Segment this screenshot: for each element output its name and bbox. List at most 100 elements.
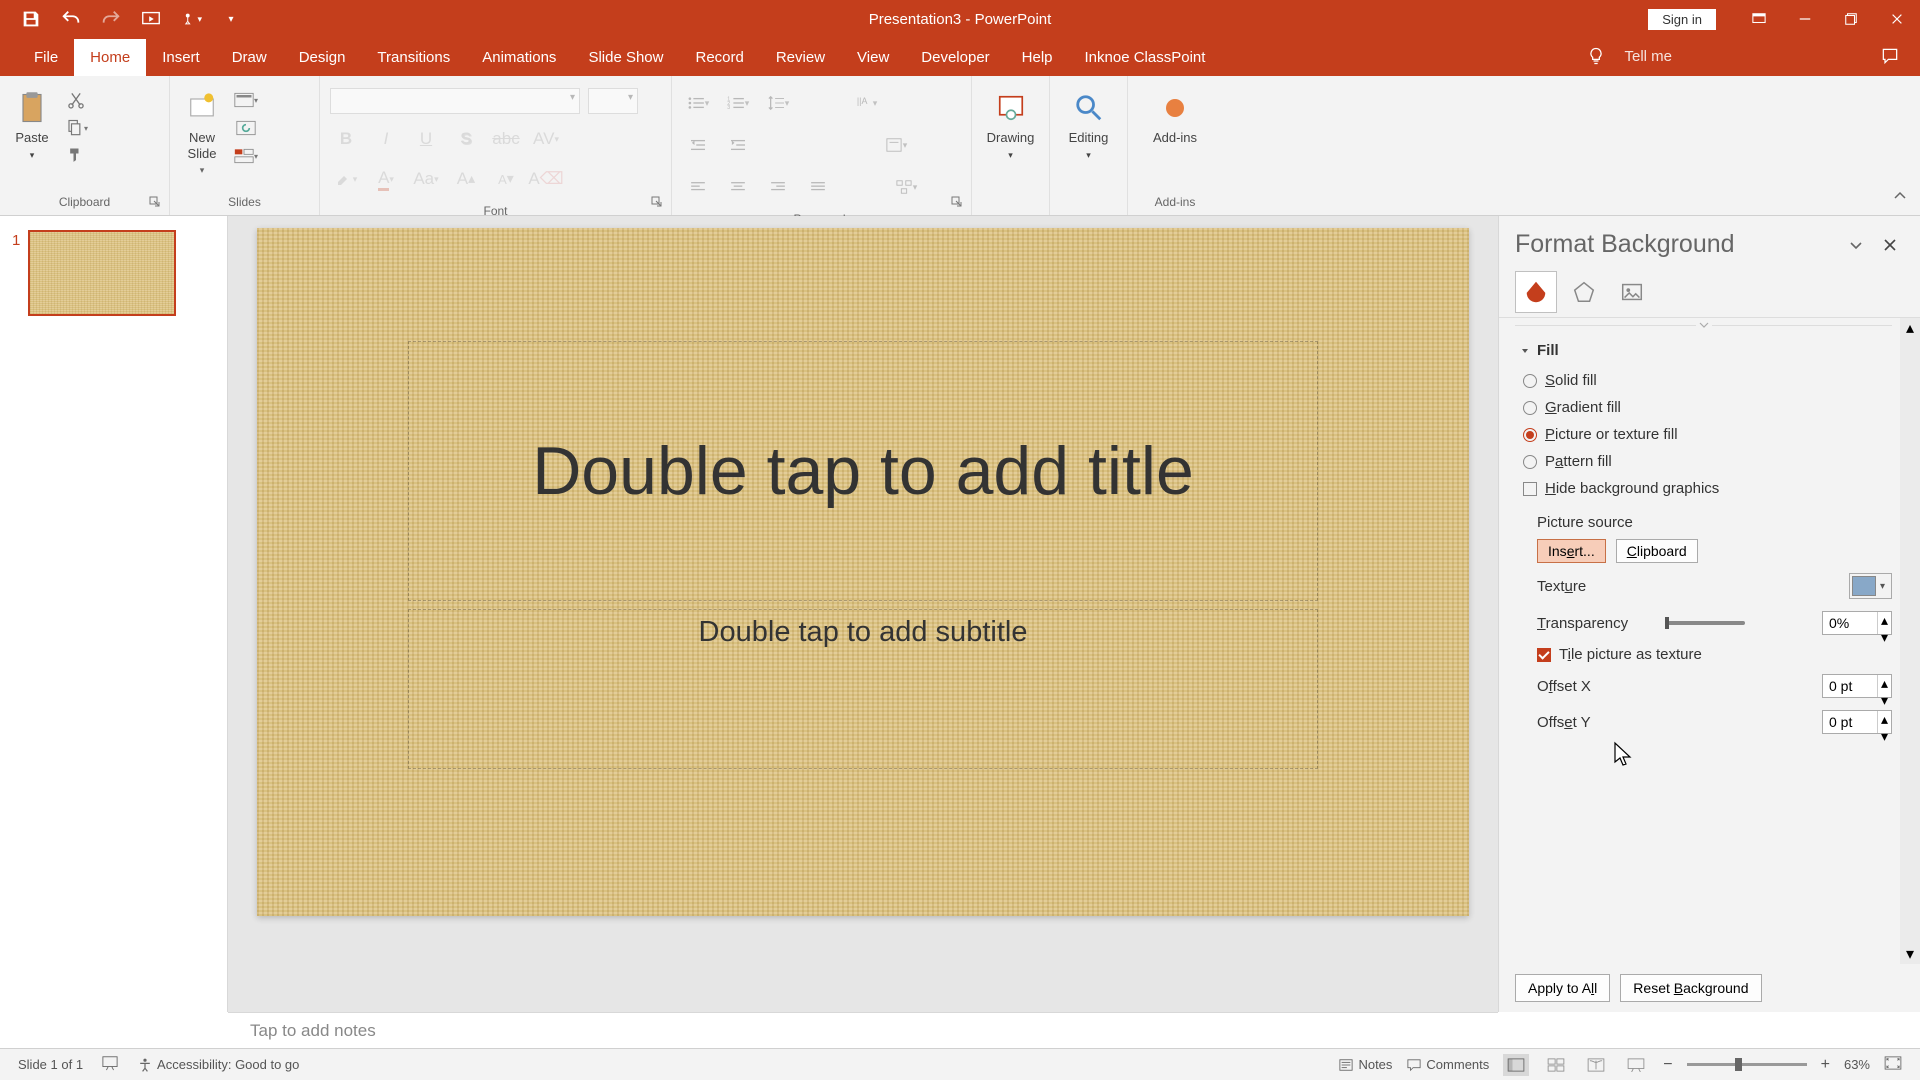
fill-section-toggle[interactable]: Fill	[1515, 332, 1892, 367]
offset-y-input[interactable]: 0 pt▴▾	[1822, 710, 1892, 734]
numbering-button[interactable]: 123▾	[722, 88, 754, 118]
font-size-combo[interactable]: ▾	[588, 88, 638, 114]
spin-up[interactable]: ▴	[1878, 711, 1891, 728]
spin-down[interactable]: ▾	[1878, 728, 1891, 745]
spin-up[interactable]: ▴	[1878, 612, 1891, 629]
reading-view-button[interactable]	[1583, 1054, 1609, 1076]
tab-draw[interactable]: Draw	[216, 39, 283, 76]
language-indicator-icon[interactable]	[101, 1055, 119, 1074]
ribbon-display-options-icon[interactable]	[1736, 0, 1782, 38]
tell-me-search[interactable]: Tell me	[1624, 48, 1672, 65]
paragraph-launcher[interactable]	[951, 195, 965, 209]
minimize-button[interactable]	[1782, 0, 1828, 38]
reset-slide-button[interactable]	[232, 116, 260, 140]
italic-button[interactable]: I	[370, 124, 402, 154]
apply-to-all-button[interactable]: Apply to All	[1515, 974, 1610, 1002]
effects-tab[interactable]	[1563, 271, 1605, 313]
zoom-out-button[interactable]: −	[1663, 1056, 1672, 1074]
change-case-button[interactable]: Aa▾	[410, 164, 442, 194]
slide[interactable]: Double tap to add title Double tap to ad…	[257, 228, 1469, 916]
section-button[interactable]: ▾	[232, 144, 260, 168]
bullets-button[interactable]: ▾	[682, 88, 714, 118]
align-right-button[interactable]	[762, 172, 794, 202]
thumbnail-pane[interactable]: 1	[0, 216, 228, 1012]
new-slide-button[interactable]: New Slide ▾	[180, 88, 224, 178]
spin-down[interactable]: ▾	[1878, 629, 1891, 646]
save-icon[interactable]	[20, 8, 42, 30]
smartart-button[interactable]: ▾	[890, 172, 922, 202]
scroll-down-button[interactable]: ▾	[1900, 944, 1920, 964]
tab-record[interactable]: Record	[679, 39, 759, 76]
grow-font-button[interactable]: A▴	[450, 164, 482, 194]
tab-view[interactable]: View	[841, 39, 905, 76]
font-family-combo[interactable]: ▾	[330, 88, 580, 114]
present-from-beginning-icon[interactable]	[140, 8, 162, 30]
align-center-button[interactable]	[722, 172, 754, 202]
picture-tab[interactable]	[1611, 271, 1653, 313]
solid-fill-radio[interactable]: Solid fill	[1515, 367, 1892, 394]
tab-transitions[interactable]: Transitions	[361, 39, 466, 76]
tab-design[interactable]: Design	[283, 39, 362, 76]
title-placeholder[interactable]: Double tap to add title	[408, 341, 1318, 601]
accessibility-button[interactable]: Accessibility: Good to go	[137, 1057, 299, 1073]
offset-x-input[interactable]: 0 pt▴▾	[1822, 674, 1892, 698]
cut-button[interactable]	[62, 88, 90, 112]
tab-animations[interactable]: Animations	[466, 39, 572, 76]
spin-up[interactable]: ▴	[1878, 675, 1891, 692]
fill-tab[interactable]	[1515, 271, 1557, 313]
redo-icon[interactable]	[100, 8, 122, 30]
char-spacing-button[interactable]: AV▾	[530, 124, 562, 154]
tab-home[interactable]: Home	[74, 39, 146, 76]
font-color-button[interactable]: A▾	[370, 164, 402, 194]
picture-texture-fill-radio[interactable]: Picture or texture fill	[1515, 421, 1892, 448]
tab-insert[interactable]: Insert	[146, 39, 216, 76]
tab-file[interactable]: File	[18, 39, 74, 76]
clipboard-launcher[interactable]	[149, 195, 163, 209]
spin-down[interactable]: ▾	[1878, 692, 1891, 709]
fit-to-window-button[interactable]	[1884, 1056, 1902, 1073]
copy-button[interactable]: ▾	[62, 116, 90, 140]
zoom-slider[interactable]	[1687, 1063, 1807, 1066]
transparency-slider[interactable]	[1665, 621, 1745, 625]
normal-view-button[interactable]	[1503, 1054, 1529, 1076]
qat-customize-icon[interactable]: ▾	[220, 8, 242, 30]
sign-in-button[interactable]: Sign in	[1648, 9, 1716, 30]
notes-pane[interactable]: Tap to add notes	[228, 1012, 1498, 1048]
justify-button[interactable]	[802, 172, 834, 202]
clear-formatting-button[interactable]: A⌫	[530, 164, 562, 194]
tab-classpoint[interactable]: Inknoe ClassPoint	[1069, 39, 1222, 76]
drawing-button[interactable]: Drawing▾	[983, 88, 1039, 163]
increase-indent-button[interactable]	[722, 130, 754, 160]
tab-slideshow[interactable]: Slide Show	[572, 39, 679, 76]
reset-background-button[interactable]: Reset Background	[1620, 974, 1761, 1002]
decrease-indent-button[interactable]	[682, 130, 714, 160]
clipboard-picture-button[interactable]: Clipboard	[1616, 539, 1698, 563]
restore-button[interactable]	[1828, 0, 1874, 38]
highlight-button[interactable]: ▾	[330, 164, 362, 194]
notes-toggle-button[interactable]: Notes	[1338, 1057, 1392, 1072]
shrink-font-button[interactable]: A▾	[490, 164, 522, 194]
strike-button[interactable]: abc	[490, 124, 522, 154]
pattern-fill-radio[interactable]: Pattern fill	[1515, 448, 1892, 475]
tab-review[interactable]: Review	[760, 39, 841, 76]
slide-canvas[interactable]: Double tap to add title Double tap to ad…	[228, 216, 1498, 1012]
paste-button[interactable]: Paste▾	[10, 88, 54, 163]
editing-button[interactable]: Editing▾	[1065, 88, 1113, 163]
close-button[interactable]	[1874, 0, 1920, 38]
transparency-input[interactable]: 0%▴▾	[1822, 611, 1892, 635]
text-direction-button[interactable]: ||A▾	[850, 88, 882, 118]
close-pane-button[interactable]	[1876, 231, 1904, 259]
comments-button[interactable]: Comments	[1406, 1057, 1489, 1072]
zoom-in-button[interactable]: +	[1821, 1056, 1830, 1074]
format-painter-button[interactable]	[62, 144, 90, 168]
texture-dropdown[interactable]: ▾	[1849, 573, 1892, 599]
slideshow-view-button[interactable]	[1623, 1054, 1649, 1076]
pane-scrollbar[interactable]: ▴ ▾	[1900, 318, 1920, 964]
slide-counter[interactable]: Slide 1 of 1	[18, 1057, 83, 1072]
tile-picture-checkbox[interactable]: Tile picture as texture	[1515, 641, 1892, 668]
scroll-up-button[interactable]: ▴	[1900, 318, 1920, 338]
slide-thumbnail-1[interactable]: 1	[12, 230, 215, 316]
addins-button[interactable]: Add-ins	[1149, 88, 1201, 148]
hide-background-checkbox[interactable]: Hide background graphics	[1515, 475, 1892, 502]
bold-button[interactable]: B	[330, 124, 362, 154]
